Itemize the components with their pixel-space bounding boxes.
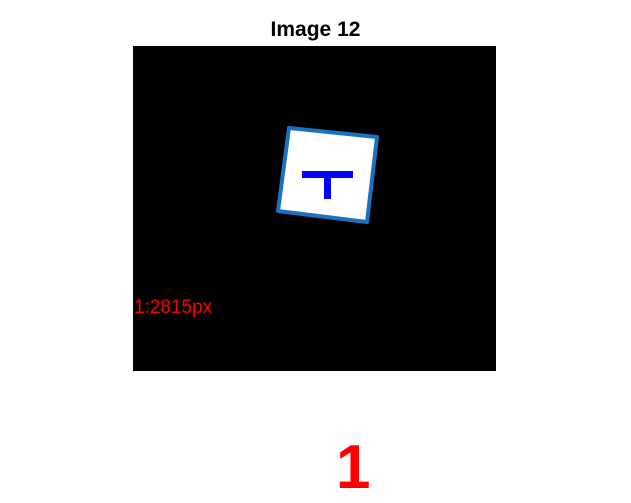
figure-title: Image 12 [270, 18, 361, 41]
image-panel: 1:2815px [133, 46, 496, 371]
marker-overlay [276, 126, 379, 224]
measure-label: 1:2815px [134, 297, 213, 318]
result-number: 1 [336, 433, 371, 502]
